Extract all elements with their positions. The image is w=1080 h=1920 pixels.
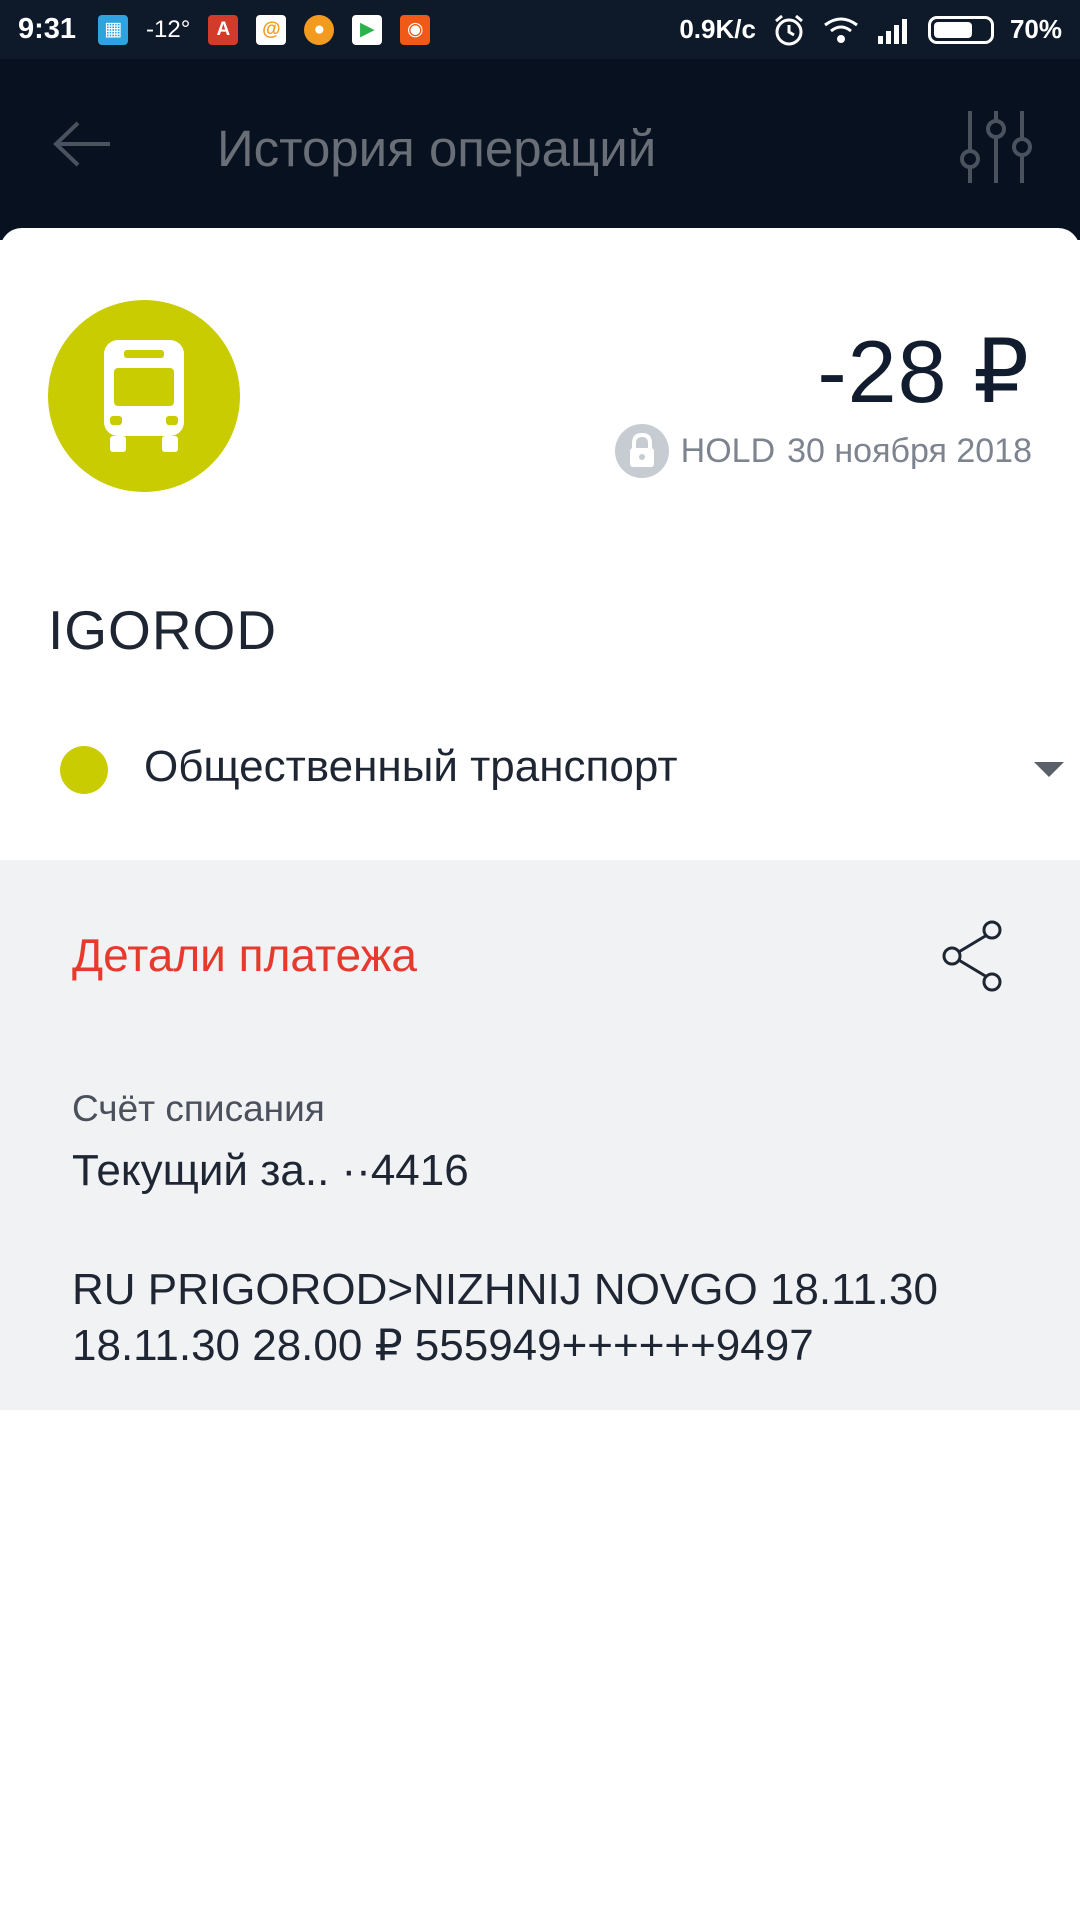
payment-details: Детали платежа Счёт списания Текущий за.…: [0, 860, 1080, 1410]
transaction-date: 30 ноября 2018: [787, 431, 1032, 470]
hold-status: HOLD 30 ноября 2018: [614, 424, 1032, 478]
share-icon[interactable]: [940, 918, 1004, 994]
bus-icon: [104, 340, 184, 452]
merchant-name: IGOROD: [48, 599, 278, 661]
app-icon: ◉: [400, 14, 431, 45]
category-avatar: [48, 300, 240, 492]
status-net-speed: 0.9K/c: [679, 14, 756, 44]
status-time: 9:31: [18, 13, 77, 45]
status-temperature: -12°: [146, 15, 191, 43]
calendar-icon: ▦: [98, 14, 129, 45]
chevron-down-icon[interactable]: [1034, 762, 1064, 777]
account-value: Текущий за.. ··4416: [72, 1146, 469, 1195]
transaction-description: RU PRIGOROD>NIZHNIJ NOVGO 18.11.30 18.11…: [72, 1262, 1032, 1374]
category-color-dot: [60, 746, 108, 794]
description-line-2: 18.11.30 28.00 ₽ 555949++++++9497: [72, 1321, 814, 1370]
sliders-icon[interactable]: [960, 109, 1032, 185]
mail-icon: @: [256, 14, 287, 45]
lock-icon: [614, 424, 669, 478]
transaction-amount: -28 ₽: [817, 322, 1030, 421]
arrow-left-icon[interactable]: [52, 119, 114, 169]
transaction-sheet: -28 ₽ HOLD 30 ноября 2018 IGOROD Обществ…: [0, 228, 1080, 1920]
play-store-icon: ▶: [352, 14, 383, 45]
chat-icon: ●: [304, 14, 335, 45]
signal-icon: [877, 18, 907, 44]
account-label: Счёт списания: [72, 1088, 325, 1129]
alfa-bank-icon: A: [208, 14, 239, 45]
app-bar: История операций: [0, 59, 1080, 240]
category-selector[interactable]: Общественный транспорт: [0, 720, 1080, 820]
battery-icon: [927, 15, 994, 44]
wifi-icon: [824, 17, 858, 43]
hold-label: HOLD: [680, 431, 776, 470]
category-label: Общественный транспорт: [144, 742, 678, 791]
description-line-1: RU PRIGOROD>NIZHNIJ NOVGO 18.11.30: [72, 1265, 938, 1314]
battery-percent: 70%: [1009, 14, 1062, 44]
page-title: История операций: [217, 120, 657, 177]
alarm-icon: [774, 14, 803, 45]
details-title: Детали платежа: [72, 929, 417, 981]
status-bar: 9:31 ▦ -12° A @ ● ▶ ◉ 0.9K/c 70%: [0, 0, 1080, 59]
